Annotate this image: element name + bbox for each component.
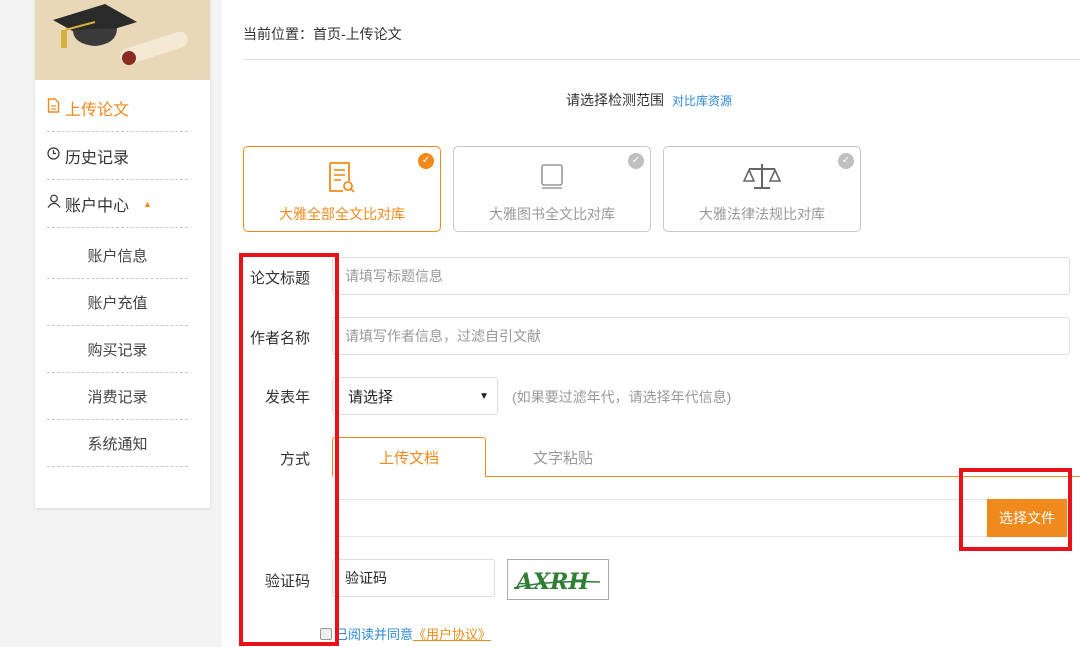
library-card-label: 大雅全部全文比对库	[279, 206, 405, 222]
scales-icon	[742, 164, 782, 189]
annotation-box-labels	[239, 253, 339, 646]
dropdown-arrow-icon: ▼	[479, 390, 489, 402]
annotation-box-choose-file	[959, 468, 1072, 551]
author-input[interactable]: 请填写作者信息，过滤自引文献	[332, 317, 1070, 355]
sidebar-subitem-notifications[interactable]: 系统通知	[47, 420, 188, 467]
breadcrumb: 当前位置：首页-上传论文	[243, 26, 402, 42]
sidebar: 上传论文 历史记录 账户中心 ▲ 账户信息 账户充值 购买记录 消费记录 系统通…	[35, 0, 210, 508]
compare-resources-link[interactable]: 对比库资源	[672, 94, 732, 108]
sidebar-item-account[interactable]: 账户中心 ▲	[47, 180, 188, 228]
document-icon	[47, 97, 62, 118]
scope-row: 请选择检测范围 对比库资源	[566, 90, 732, 110]
scope-label: 请选择检测范围	[566, 92, 664, 108]
sidebar-subitem-consumption[interactable]: 消费记录	[47, 373, 188, 420]
check-icon: ✓	[418, 153, 434, 169]
tab-paste-text[interactable]: 文字粘贴	[500, 437, 626, 477]
year-hint: (如果要过滤年代，请选择年代信息)	[512, 389, 732, 405]
library-card-all[interactable]: ✓ 大雅全部全文比对库	[243, 146, 441, 232]
sidebar-subitem-purchases[interactable]: 购买记录	[47, 326, 188, 373]
library-card-label: 大雅法律法规比对库	[699, 206, 825, 222]
library-card-law[interactable]: ✓ 大雅法律法规比对库	[663, 146, 861, 232]
captcha-image[interactable]: AXRH	[507, 559, 609, 600]
caret-up-icon: ▲	[143, 198, 152, 209]
check-icon: ✓	[628, 153, 644, 169]
sidebar-item-label: 上传论文	[65, 101, 130, 119]
user-icon	[47, 194, 62, 213]
check-icon: ✓	[838, 153, 854, 169]
clock-icon	[47, 146, 62, 165]
document-search-icon	[329, 162, 355, 193]
sidebar-item-label: 历史记录	[65, 149, 130, 167]
agreement-text: 已阅读并同意	[335, 627, 414, 642]
library-card-books[interactable]: ✓ 大雅图书全文比对库	[453, 146, 651, 232]
sidebar-subitem-account-info[interactable]: 账户信息	[47, 232, 188, 279]
sidebar-item-history[interactable]: 历史记录	[47, 132, 188, 180]
sidebar-item-upload[interactable]: 上传论文	[47, 84, 188, 132]
tab-upload-document[interactable]: 上传文档	[332, 437, 486, 477]
sidebar-item-label: 账户中心	[65, 197, 130, 215]
sidebar-subitem-recharge[interactable]: 账户充值	[47, 279, 188, 326]
year-select[interactable]: 请选择 ▼	[332, 377, 498, 415]
year-select-value: 请选择	[348, 388, 394, 406]
book-icon	[541, 164, 563, 189]
captcha-input[interactable]: 验证码	[332, 559, 495, 597]
graduation-banner	[35, 0, 210, 80]
user-agreement-link[interactable]: 《用户协议》	[413, 624, 491, 643]
library-card-label: 大雅图书全文比对库	[489, 206, 615, 222]
title-input[interactable]: 请填写标题信息	[332, 257, 1070, 295]
agreement-row: 已阅读并同意 《用户协议》	[320, 624, 491, 643]
divider	[243, 59, 1080, 60]
